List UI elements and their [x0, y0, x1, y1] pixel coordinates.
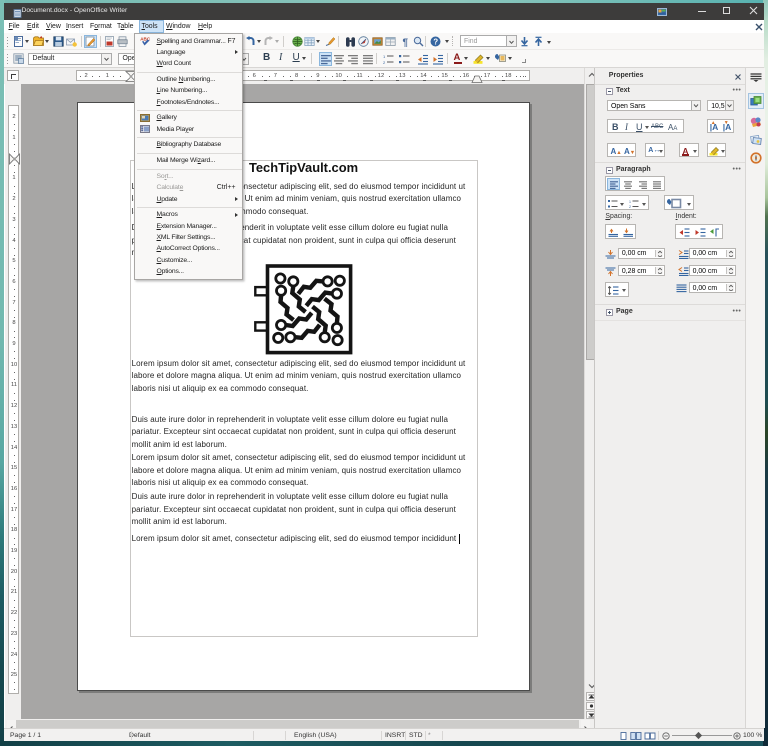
svg-text:2: 2	[629, 205, 631, 208]
svg-text:?: ?	[433, 37, 438, 46]
svg-text:¶: ¶	[402, 37, 408, 47]
svg-text:1: 1	[629, 200, 631, 204]
svg-text:2: 2	[383, 60, 386, 65]
svg-text:1: 1	[383, 54, 386, 59]
svg-text:ABC: ABC	[140, 37, 151, 42]
